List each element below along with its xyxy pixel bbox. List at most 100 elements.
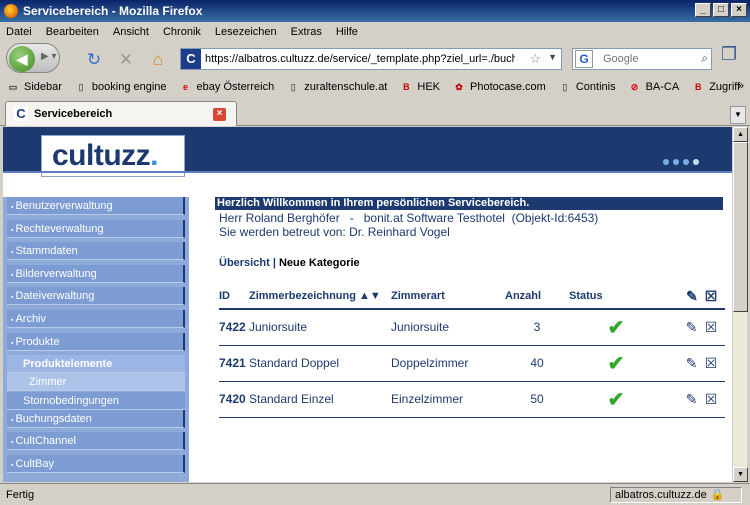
- menu-item-hilfe[interactable]: Hilfe: [336, 26, 358, 38]
- row-status: ✔: [569, 345, 663, 382]
- logo-text: cultuzz: [52, 139, 151, 172]
- table-row[interactable]: 7421 Standard Doppel Doppelzimmer 40 ✔ ✎ ☒: [219, 345, 725, 382]
- header-id[interactable]: ID: [219, 283, 249, 310]
- overview-link[interactable]: Übersicht: [219, 257, 270, 269]
- maximize-button[interactable]: □: [713, 3, 729, 17]
- stop-icon[interactable]: ✕: [116, 50, 136, 70]
- tab-bar: C Servicebereich ×: [0, 98, 750, 126]
- status-text: Fertig: [6, 488, 35, 501]
- checkmark-icon[interactable]: ✔: [608, 353, 625, 375]
- edit-icon[interactable]: ✎: [684, 391, 700, 407]
- sidebar-item-stammdaten[interactable]: ▪ Stammdaten: [7, 242, 185, 261]
- page-icon: ▯: [562, 82, 568, 92]
- edit-icon[interactable]: ✎: [684, 355, 700, 371]
- bookmark-item[interactable]: ▭ Sidebar: [6, 80, 62, 94]
- scroll-up-icon[interactable]: ▲: [733, 127, 748, 142]
- sidebar-item-cultbay[interactable]: ▪ CultBay: [7, 455, 185, 473]
- windows-icon[interactable]: ❐: [716, 44, 742, 72]
- back-arrow-icon[interactable]: ◀: [9, 46, 35, 72]
- menu-item-lesezeichen[interactable]: Lesezeichen: [215, 26, 277, 38]
- sidebar-item-dateiverwaltung[interactable]: ▪ Dateiverwaltung: [7, 287, 185, 306]
- search-bar[interactable]: G ⌕: [572, 48, 712, 70]
- sidebar-item-rechteverwaltung[interactable]: ▪ Rechteverwaltung: [7, 219, 185, 238]
- bookmark-item[interactable]: B HEK: [399, 80, 440, 94]
- google-icon[interactable]: G: [575, 50, 593, 68]
- bookmark-item[interactable]: ▯ booking engine: [74, 80, 166, 94]
- chevron-right-icon[interactable]: »: [738, 80, 744, 92]
- logo-dot: .: [150, 139, 159, 172]
- bookmarks-toolbar: ▭ Sidebar ▯ booking engine e ebay Österreich ▯…: [0, 76, 750, 98]
- bookmark-item[interactable]: ▯ zuraltenschule.at: [286, 80, 388, 94]
- row-count: 40: [505, 345, 569, 382]
- lock-icon[interactable]: 🔒: [711, 489, 725, 501]
- header-dots: [663, 159, 699, 165]
- close-tab-icon[interactable]: ×: [213, 108, 226, 121]
- delete-icon[interactable]: ☒: [703, 391, 719, 407]
- header-count[interactable]: Anzahl: [505, 283, 569, 310]
- url-bar[interactable]: C https://albatros.cultuzz.de/service/_t…: [180, 48, 562, 70]
- row-id: 7420: [219, 381, 249, 418]
- table-row[interactable]: 7422 Juniorsuite Juniorsuite 3 ✔ ✎ ☒: [219, 309, 725, 346]
- header-type[interactable]: Zimmerart: [391, 283, 505, 310]
- chevron-down-icon[interactable]: ▼: [548, 52, 557, 62]
- search-icon[interactable]: ⌕: [701, 51, 708, 66]
- header-name[interactable]: Zimmerbezeichnung ▲▼: [249, 283, 391, 310]
- close-button[interactable]: ×: [731, 3, 747, 17]
- sidebar-item-label: Stammdaten: [15, 245, 78, 258]
- url-text[interactable]: https://albatros.cultuzz.de/service/_tem…: [205, 53, 515, 65]
- menu-item-extras[interactable]: Extras: [291, 26, 322, 38]
- checkmark-icon[interactable]: ✔: [608, 317, 625, 339]
- bookmark-label: ebay Österreich: [196, 81, 275, 93]
- menu-item-ansicht[interactable]: Ansicht: [113, 26, 149, 38]
- new-category-link[interactable]: Neue Kategorie: [279, 257, 360, 269]
- sidebar-item-label: Buchungsdaten: [15, 412, 92, 425]
- table-row[interactable]: 7420 Standard Einzel Einzelzimmer 50 ✔ ✎ ☒: [219, 381, 725, 418]
- search-input[interactable]: [603, 53, 703, 65]
- sidebar-item-archiv[interactable]: ▪ Archiv: [7, 310, 185, 328]
- menu-item-datei[interactable]: Datei: [6, 26, 32, 38]
- link-separator: |: [272, 257, 276, 269]
- row-name: Standard Doppel: [249, 345, 391, 382]
- bookmark-label: Photocase.com: [470, 81, 546, 93]
- menu-item-bearbeiten[interactable]: Bearbeiten: [46, 26, 99, 38]
- star-icon[interactable]: ☆: [529, 51, 541, 67]
- forward-arrow-icon[interactable]: ▶ ▾: [41, 51, 57, 62]
- bookmark-item[interactable]: e ebay Österreich: [179, 80, 275, 94]
- vertical-scrollbar[interactable]: ▲ ▼: [732, 127, 748, 482]
- sidebar-item-label: CultChannel: [15, 435, 76, 448]
- site-favicon: C: [181, 49, 201, 69]
- firefox-icon: [4, 4, 18, 18]
- sidebar-item-zimmer[interactable]: Zimmer: [7, 373, 185, 392]
- checkmark-icon[interactable]: ✔: [608, 389, 625, 411]
- page-icon: ▯: [290, 82, 296, 92]
- sidebar-item-produkte[interactable]: ▪ Produkte: [7, 332, 185, 351]
- reload-icon[interactable]: ↻: [84, 50, 104, 70]
- sidebar-item-stornobedingungen[interactable]: Stornobedingungen: [7, 391, 185, 410]
- home-icon[interactable]: ⌂: [148, 50, 168, 70]
- sidebar-item-benutzerverwaltung[interactable]: ▪ Benutzerverwaltung: [7, 197, 185, 215]
- tab-list-dropdown[interactable]: ▼: [730, 106, 746, 124]
- tab-servicebereich[interactable]: C Servicebereich ×: [5, 101, 237, 126]
- menu-item-chronik[interactable]: Chronik: [163, 26, 201, 38]
- bookmark-item[interactable]: ✿ Photocase.com: [452, 80, 546, 94]
- sidebar-item-cultchannel[interactable]: ▪ CultChannel: [7, 432, 185, 451]
- sidebar-item-produktelemente[interactable]: Produktelemente: [7, 355, 185, 374]
- delete-icon[interactable]: ☒: [703, 355, 719, 371]
- bookmark-item[interactable]: B Zugriff: [691, 80, 740, 94]
- photo-icon: ✿: [455, 82, 463, 92]
- scroll-down-icon[interactable]: ▼: [733, 467, 748, 482]
- status-domain: albatros.cultuzz.de 🔒: [610, 487, 742, 503]
- header-status[interactable]: Status: [569, 283, 663, 310]
- sidebar-item-bilderverwaltung[interactable]: ▪ Bilderverwaltung: [7, 264, 185, 283]
- minimize-button[interactable]: _: [695, 3, 711, 17]
- sidebar-item-buchungsdaten[interactable]: ▪ Buchungsdaten: [7, 409, 185, 428]
- row-actions: ✎ ☒: [663, 309, 725, 346]
- delete-icon[interactable]: ☒: [703, 319, 719, 335]
- back-forward-buttons[interactable]: ◀ ▶ ▾: [6, 43, 60, 73]
- bonit-icon: B: [403, 82, 410, 92]
- delete-icon: ☒: [704, 287, 718, 304]
- scroll-thumb[interactable]: [733, 142, 748, 312]
- bookmark-item[interactable]: ▯ Continis: [558, 80, 615, 94]
- edit-icon[interactable]: ✎: [684, 319, 700, 335]
- bookmark-item[interactable]: ⊘ BA-CA: [628, 80, 679, 94]
